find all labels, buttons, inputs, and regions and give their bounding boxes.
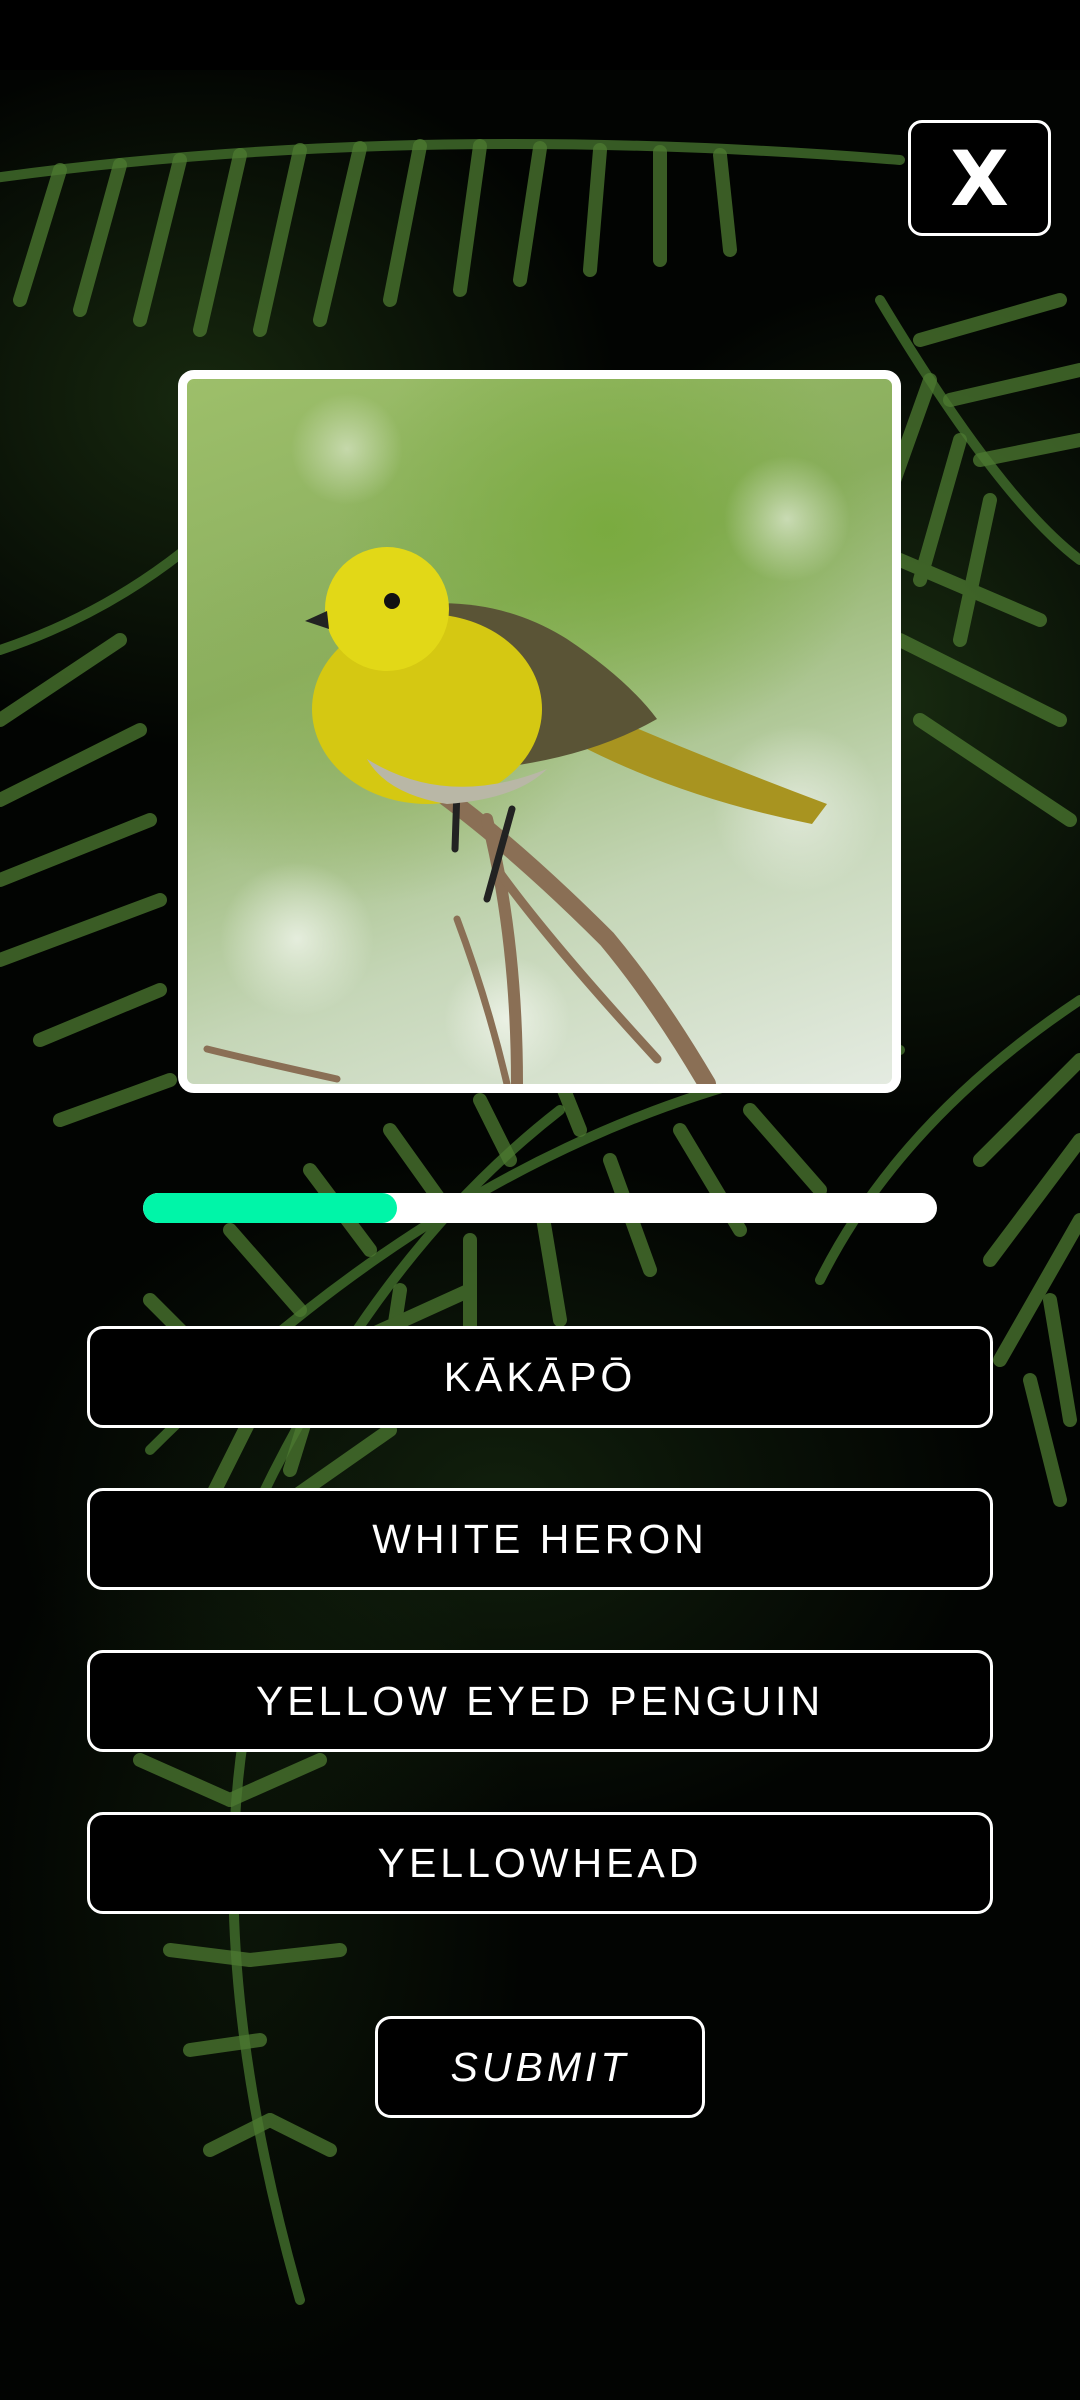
quiz-progress-fill — [143, 1193, 398, 1223]
quiz-progress-bar — [143, 1193, 937, 1223]
bird-photo — [178, 370, 901, 1093]
answer-option-label: WHITE HERON — [372, 1515, 708, 1562]
answer-option-label: YELLOWHEAD — [377, 1839, 703, 1886]
answer-option-white-heron[interactable]: WHITE HERON — [87, 1488, 993, 1590]
answer-option-yellowhead[interactable]: YELLOWHEAD — [87, 1812, 993, 1914]
answer-option-yellow-eyed-penguin[interactable]: YELLOW EYED PENGUIN — [87, 1650, 993, 1752]
close-button[interactable]: X — [908, 120, 1051, 236]
status-bar-area — [0, 0, 1080, 70]
submit-button[interactable]: SUBMIT — [375, 2016, 705, 2118]
answer-option-label: YELLOW EYED PENGUIN — [255, 1677, 825, 1724]
answer-option-label: KĀKĀPŌ — [443, 1353, 637, 1400]
submit-button-label: SUBMIT — [450, 2043, 630, 2090]
answer-option-kakapo[interactable]: KĀKĀPŌ — [87, 1326, 993, 1428]
close-icon: X — [950, 133, 1009, 223]
